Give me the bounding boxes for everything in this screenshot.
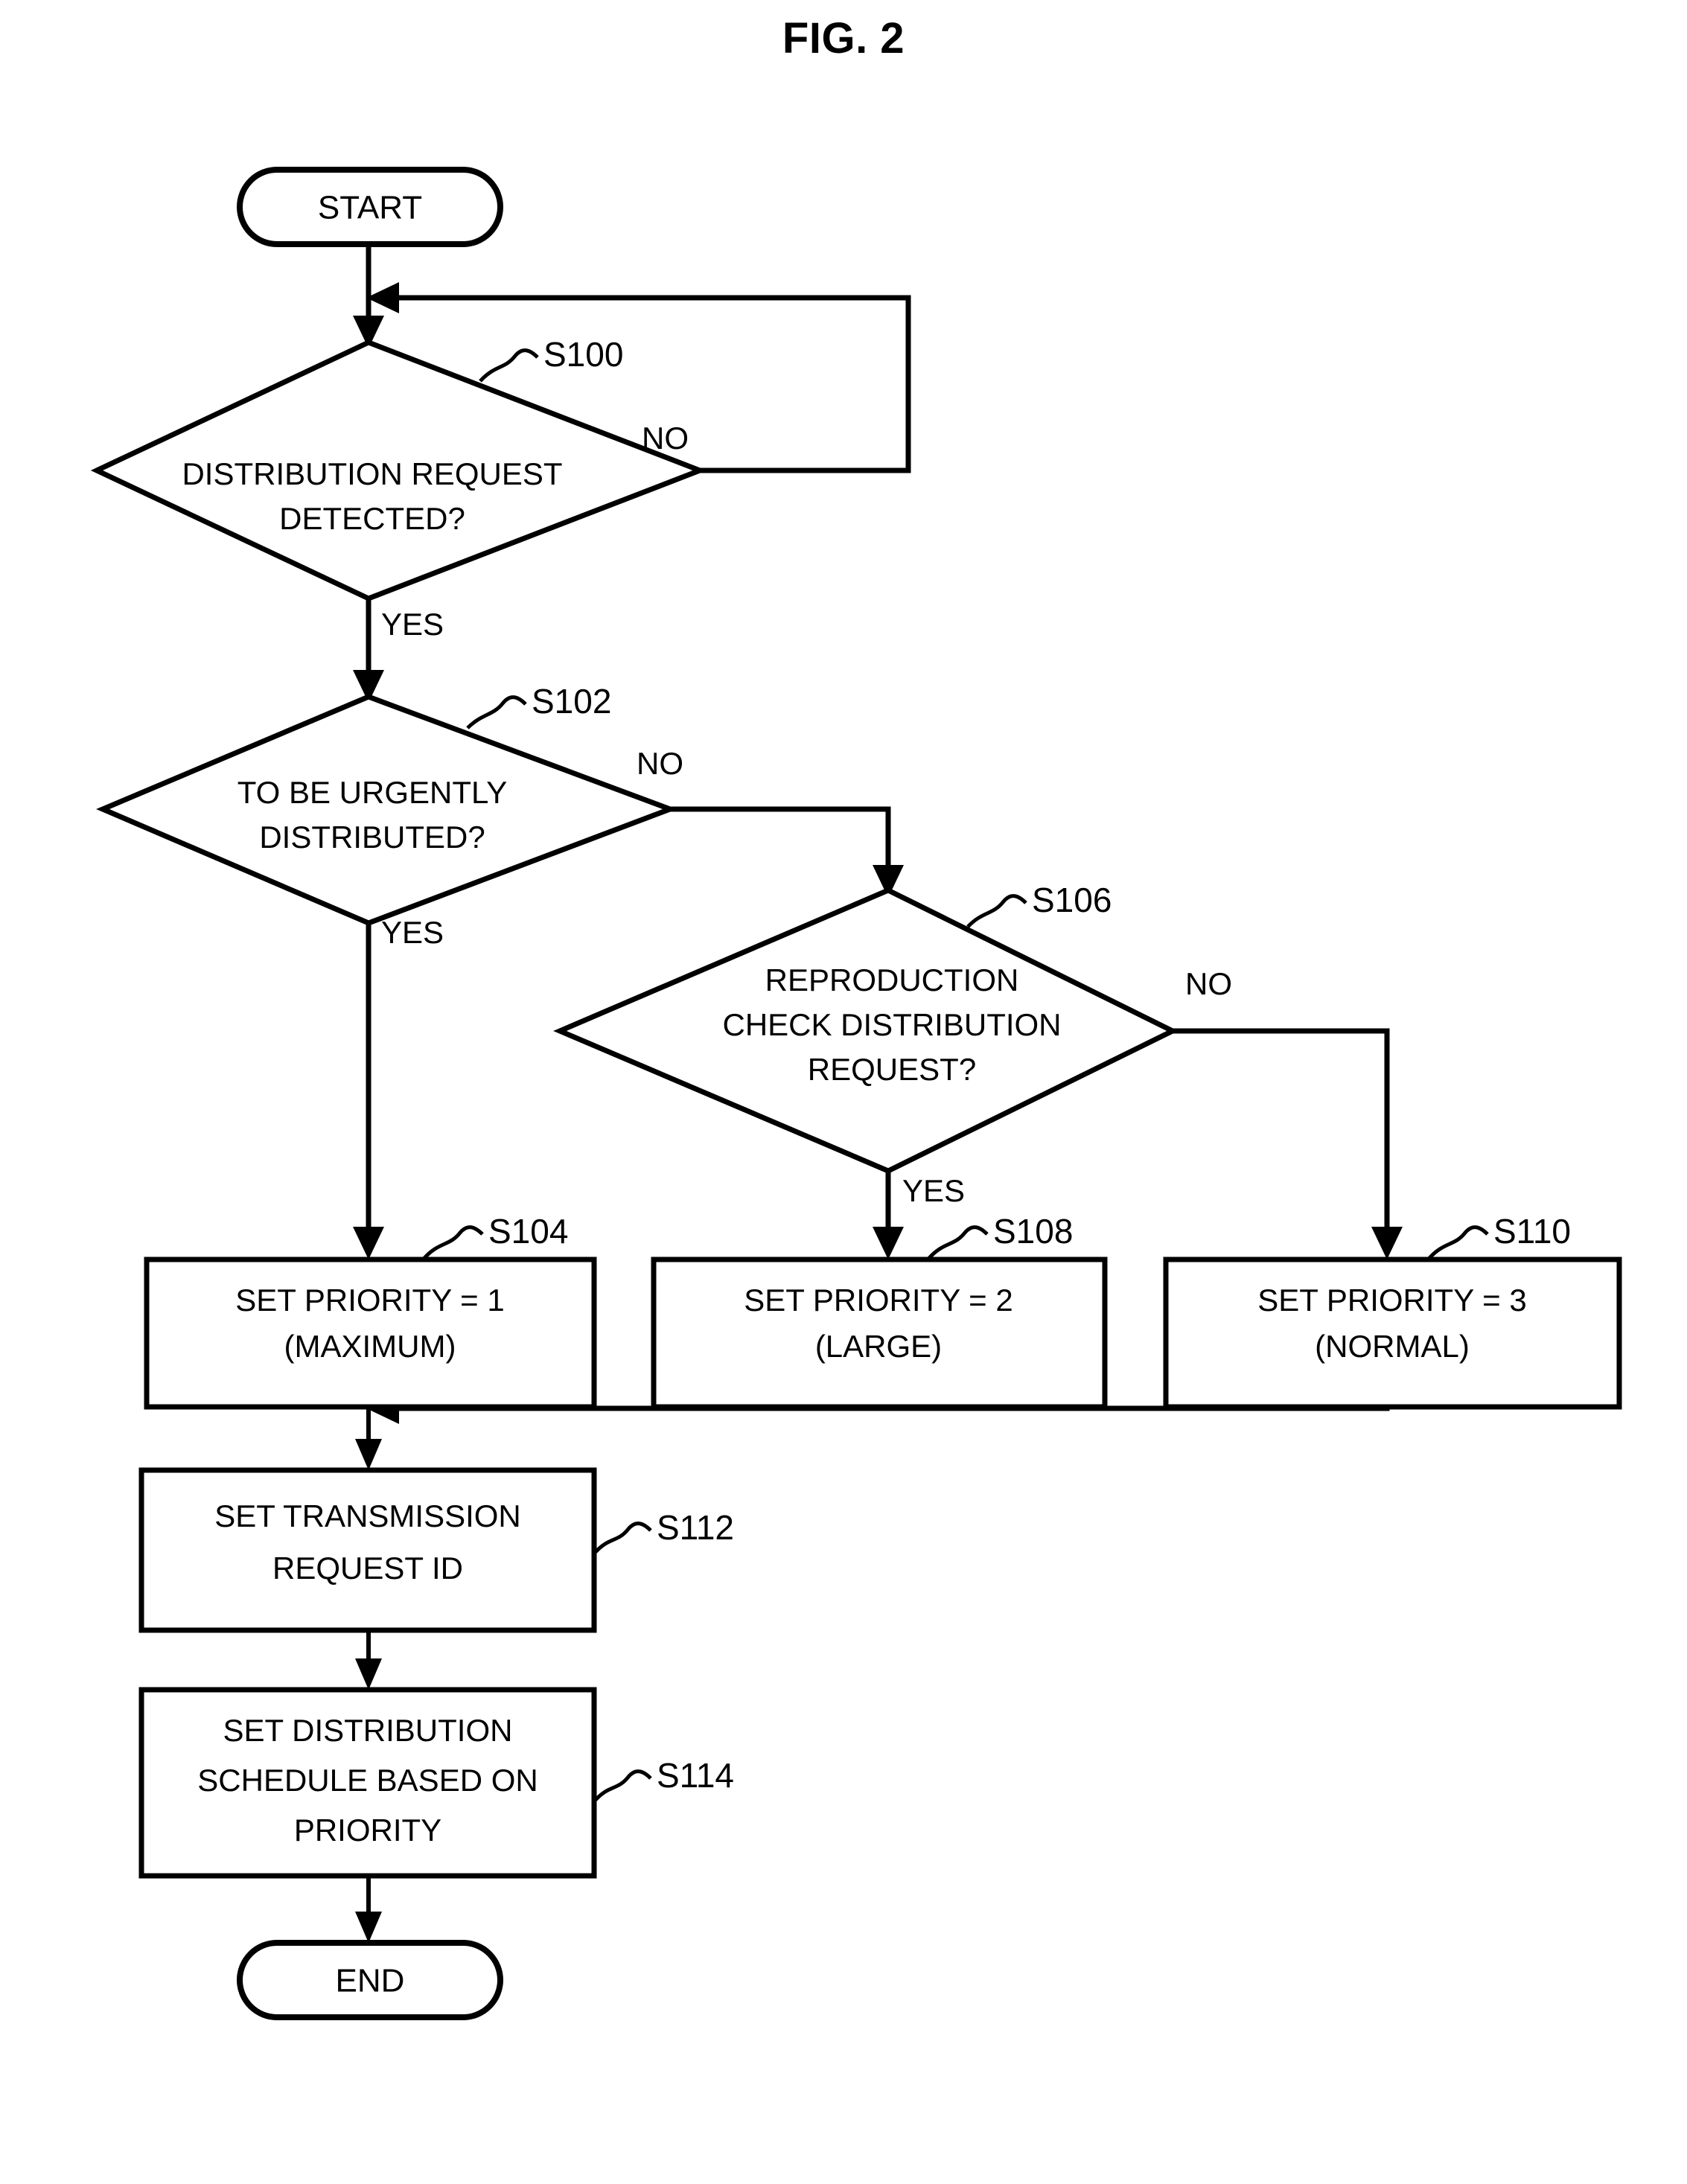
s108-step-leader: S108 [928, 1212, 1073, 1259]
s106-step-leader: S106 [966, 881, 1112, 928]
edge-s106-yes-to-s108 [873, 1171, 904, 1259]
s100-line1: DISTRIBUTION REQUEST [182, 456, 562, 491]
edge-s100-yes-to-s102 [353, 598, 384, 703]
edge-s112-to-s114 [355, 1630, 382, 1690]
node-s100[interactable]: DISTRIBUTION REQUEST DETECTED? [90, 339, 707, 601]
s112-line1: SET TRANSMISSION [214, 1498, 521, 1533]
s106-step-label: S106 [1032, 881, 1112, 919]
end-label: END [336, 1963, 405, 1999]
s100-line2: DETECTED? [279, 501, 465, 536]
s104-step-label: S104 [488, 1212, 568, 1251]
edge-label-s102-yes: YES [381, 915, 444, 950]
s114-line1: SET DISTRIBUTION [223, 1713, 513, 1748]
s104-step-leader: S104 [423, 1212, 568, 1259]
edge-label-s102-no: NO [637, 746, 683, 781]
node-s112[interactable]: SET TRANSMISSION REQUEST ID [138, 1467, 597, 1633]
s112-line2: REQUEST ID [272, 1551, 463, 1586]
edge-s102-no-to-s106 [670, 806, 904, 898]
s110-line2: (NORMAL) [1315, 1329, 1470, 1364]
start-label: START [318, 190, 422, 226]
s102-line2: DISTRIBUTED? [259, 820, 485, 855]
edge-label-s106-yes: YES [902, 1173, 965, 1208]
s108-line2: (LARGE) [815, 1329, 942, 1364]
s104-line2: (MAXIMUM) [284, 1329, 456, 1364]
s106-line1: REPRODUCTION [765, 962, 1019, 997]
s112-step-leader: S112 [594, 1508, 734, 1554]
s114-step-label: S114 [657, 1756, 734, 1795]
s112-step-label: S112 [657, 1508, 734, 1547]
s102-step-leader: S102 [466, 682, 611, 729]
figure-root: FIG. 2 NO YES NO YES NO YES START DISTRI… [0, 0, 1687, 2184]
s106-line3: REQUEST? [808, 1052, 976, 1087]
s114-line2: SCHEDULE BASED ON [197, 1763, 538, 1798]
s114-line3: PRIORITY [294, 1813, 441, 1848]
s110-step-label: S110 [1493, 1212, 1571, 1251]
edge-label-s100-yes: YES [381, 607, 444, 642]
edge-s102-yes-to-s104 [353, 923, 384, 1259]
node-s108[interactable]: SET PRIORITY = 2 (LARGE) [651, 1257, 1108, 1410]
node-s114[interactable]: SET DISTRIBUTION SCHEDULE BASED ON PRIOR… [138, 1687, 597, 1879]
s100-step-label: S100 [543, 335, 623, 374]
s102-line1: TO BE URGENTLY [237, 775, 508, 810]
flowchart-canvas: NO YES NO YES NO YES START DISTRIBUTION … [90, 167, 1622, 2020]
node-s106[interactable]: REPRODUCTION CHECK DISTRIBUTION REQUEST? [553, 887, 1179, 1174]
edge-s114-to-end [355, 1876, 382, 1943]
s108-step-label: S108 [993, 1212, 1073, 1251]
edge-s106-no-to-s110 [1173, 1028, 1403, 1259]
node-s104[interactable]: SET PRIORITY = 1 (MAXIMUM) [144, 1257, 597, 1410]
s110-step-leader: S110 [1428, 1212, 1571, 1259]
s108-line1: SET PRIORITY = 2 [744, 1283, 1012, 1318]
node-s102[interactable]: TO BE URGENTLY DISTRIBUTED? [96, 694, 677, 926]
s104-line1: SET PRIORITY = 1 [235, 1283, 504, 1318]
node-end[interactable]: END [237, 1940, 503, 2020]
node-s110[interactable]: SET PRIORITY = 3 (NORMAL) [1163, 1257, 1622, 1410]
s106-line2: CHECK DISTRIBUTION [722, 1007, 1061, 1042]
s100-step-leader: S100 [479, 335, 623, 383]
s110-line1: SET PRIORITY = 3 [1257, 1283, 1526, 1318]
edge-label-s106-no: NO [1185, 966, 1232, 1001]
s114-step-leader: S114 [594, 1756, 734, 1801]
edge-s104-to-s112 [355, 1407, 382, 1470]
node-start[interactable]: START [237, 167, 503, 247]
s102-step-label: S102 [532, 682, 611, 721]
